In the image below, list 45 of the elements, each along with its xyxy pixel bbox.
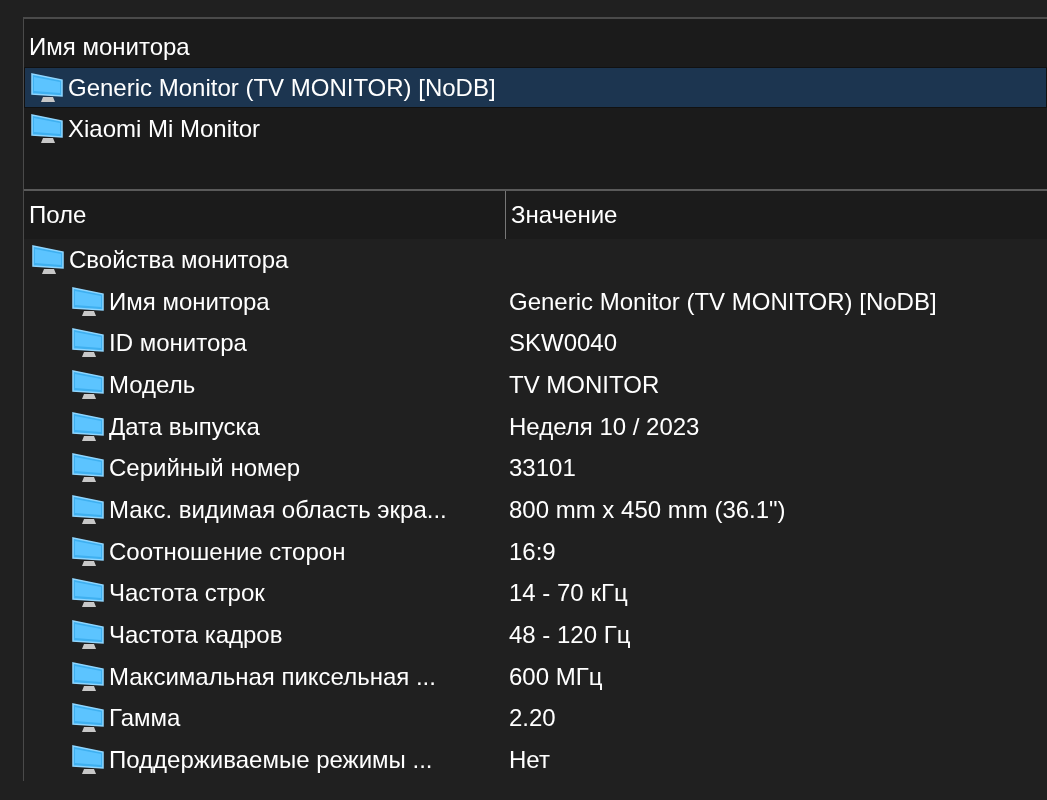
field-name: Поддерживаемые режимы ... [109,745,433,776]
column-header[interactable]: Поле [24,191,505,239]
monitor-list-item[interactable]: Xiaomi Mi Monitor [24,108,1047,149]
monitor-list-item[interactable]: Generic Monitor (TV MONITOR) [NoDB] [24,67,1047,108]
field-name: Серийный номер [109,453,301,484]
field-value: 800 mm x 450 mm (36.1") [509,494,786,525]
monitor-icon [71,493,107,526]
column-header: Имя монитора [29,32,190,62]
monitor-icon [30,71,66,104]
field-value: Неделя 10 / 2023 [509,411,700,442]
monitor-icon [71,660,107,693]
monitor-icon [71,619,107,652]
field-name: Гамма [109,703,181,734]
monitor-icon [71,452,107,485]
field-name: Частота строк [109,578,265,609]
field-value: 48 - 120 Гц [509,620,631,651]
monitor-icon [31,243,67,276]
monitor-icon [71,744,107,777]
field-name: Свойства монитора [69,244,289,275]
field-value: 2.20 [509,703,556,734]
field-value: 600 МГц [509,661,603,692]
column-header[interactable]: Значение [505,191,1047,239]
field-name: Макс. видимая область экра... [109,494,447,525]
monitor-icon [30,112,66,145]
field-name: ID монитора [109,328,247,359]
field-value: 33101 [509,453,576,484]
field-name: Дата выпуска [109,411,260,442]
field-name: Соотношение сторон [109,536,346,567]
field-name: Частота кадров [109,620,283,651]
field-value: Generic Monitor (TV MONITOR) [NoDB] [509,286,937,317]
monitor-icon [71,410,107,443]
field-value: Нет [509,745,550,776]
field-name: Модель [109,369,196,400]
field-name: Максимальная пиксельная ... [109,661,436,692]
monitor-icon [71,702,107,735]
field-value: 16:9 [509,536,556,567]
monitor-icon [71,285,107,318]
monitor-icon [71,535,107,568]
field-value: SKW0040 [509,328,618,359]
field-name: Имя монитора [109,286,270,317]
monitor-icon [71,327,107,360]
field-value: 14 - 70 кГц [509,578,628,609]
monitor-icon [71,577,107,610]
field-value: TV MONITOR [509,369,660,400]
monitor-icon [71,368,107,401]
